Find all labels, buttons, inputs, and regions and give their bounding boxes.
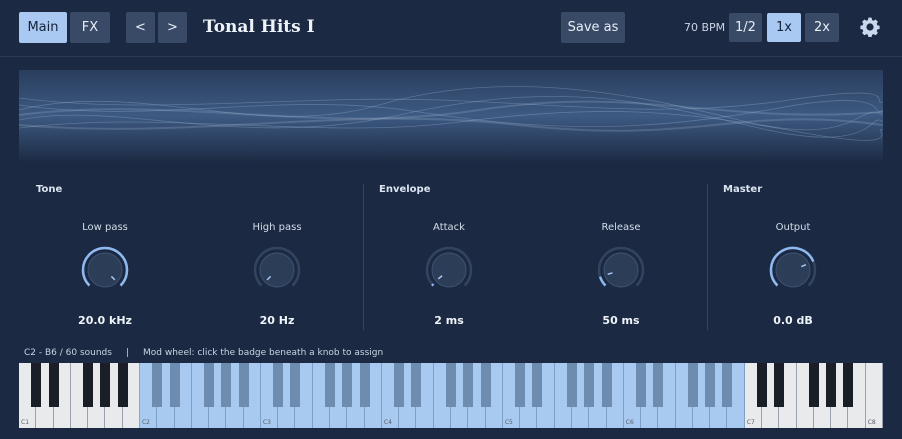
black-key[interactable] — [808, 363, 819, 407]
black-key[interactable] — [515, 363, 526, 407]
black-key[interactable] — [463, 363, 474, 407]
black-key[interactable] — [411, 363, 422, 407]
speed-half-button[interactable]: 1/2 — [729, 13, 762, 42]
output-value[interactable]: 0.0 dB — [733, 314, 853, 327]
black-key[interactable] — [204, 363, 215, 407]
octave-label: C6 — [625, 419, 634, 426]
waveform-display — [19, 70, 883, 162]
knob-body — [603, 252, 639, 288]
output-knob[interactable] — [768, 245, 818, 295]
prev-preset-button[interactable]: < — [126, 12, 155, 43]
black-key[interactable] — [687, 363, 698, 407]
high-pass-knob[interactable] — [252, 245, 302, 295]
black-key[interactable] — [221, 363, 232, 407]
black-key[interactable] — [653, 363, 664, 407]
white-key[interactable]: C8 — [865, 363, 883, 428]
black-key[interactable] — [325, 363, 336, 407]
release-value[interactable]: 50 ms — [561, 314, 681, 327]
status-bar: C2 - B6 / 60 sounds | Mod wheel: click the… — [24, 348, 383, 358]
attack-knob[interactable] — [424, 245, 474, 295]
high-pass-label: High pass — [252, 222, 302, 233]
knob-body — [775, 252, 811, 288]
black-key[interactable] — [601, 363, 612, 407]
black-key[interactable] — [169, 363, 180, 407]
next-preset-button[interactable]: > — [158, 12, 187, 43]
black-key[interactable] — [100, 363, 111, 407]
top-toolbar: Main FX < > Tonal Hits I Save as 70 BPM … — [0, 0, 902, 57]
knob-body — [431, 252, 467, 288]
black-key[interactable] — [394, 363, 405, 407]
octave-label: C2 — [141, 419, 150, 426]
knob-value-arc — [598, 276, 607, 287]
black-key[interactable] — [757, 363, 768, 407]
envelope-section-title: Envelope — [379, 184, 431, 195]
save-as-button[interactable]: Save as — [561, 12, 625, 43]
key-range-text: C2 - B6 / 60 sounds — [24, 348, 112, 358]
knob-value-arc — [431, 283, 435, 287]
speed-1x-button[interactable]: 1x — [767, 13, 801, 42]
black-key[interactable] — [532, 363, 543, 407]
octave-label: C7 — [746, 419, 755, 426]
black-key[interactable] — [152, 363, 163, 407]
high-pass-value[interactable]: 20 Hz — [217, 314, 337, 327]
black-key[interactable] — [273, 363, 284, 407]
attack-value[interactable]: 2 ms — [389, 314, 509, 327]
black-key[interactable] — [584, 363, 595, 407]
gear-icon[interactable] — [858, 15, 882, 39]
release-knob[interactable] — [596, 245, 646, 295]
octave-label: C8 — [867, 419, 876, 426]
black-key[interactable] — [480, 363, 491, 407]
black-key[interactable] — [117, 363, 128, 407]
low-pass-knob[interactable] — [80, 245, 130, 295]
fx-tab[interactable]: FX — [70, 12, 110, 43]
status-separator: | — [125, 348, 129, 358]
waveform-graphic — [19, 70, 883, 162]
black-key[interactable] — [843, 363, 854, 407]
speed-2x-button[interactable]: 2x — [805, 13, 839, 42]
piano-keyboard[interactable]: C1 C2 C3 C4 C5 C6 C7 C8 — [19, 363, 883, 428]
main-tab[interactable]: Main — [19, 12, 67, 43]
knob-body — [87, 252, 123, 288]
mod-wheel-hint: Mod wheel: click the badge beneath a kno… — [143, 348, 384, 358]
octave-label: C4 — [383, 419, 392, 426]
black-key[interactable] — [31, 363, 42, 407]
low-pass-value[interactable]: 20.0 kHz — [45, 314, 165, 327]
octave-label: C1 — [21, 419, 30, 426]
master-section-title: Master — [723, 184, 763, 195]
output-label: Output — [775, 222, 811, 233]
black-key[interactable] — [342, 363, 353, 407]
octave-label: C5 — [504, 419, 513, 426]
black-key[interactable] — [774, 363, 785, 407]
black-key[interactable] — [826, 363, 837, 407]
octave-label: C3 — [262, 419, 271, 426]
knob-body — [259, 252, 295, 288]
attack-label: Attack — [433, 222, 465, 233]
black-key[interactable] — [83, 363, 94, 407]
section-divider — [363, 184, 364, 330]
preset-name: Tonal Hits I — [203, 17, 315, 37]
black-key[interactable] — [48, 363, 59, 407]
black-key[interactable] — [705, 363, 716, 407]
tone-section-title: Tone — [36, 184, 63, 195]
black-key[interactable] — [290, 363, 301, 407]
low-pass-label: Low pass — [82, 222, 128, 233]
section-divider — [707, 184, 708, 330]
black-key[interactable] — [566, 363, 577, 407]
black-key[interactable] — [636, 363, 647, 407]
black-key[interactable] — [722, 363, 733, 407]
bpm-readout: 70 BPM — [684, 21, 726, 34]
black-key[interactable] — [445, 363, 456, 407]
release-label: Release — [601, 222, 641, 233]
black-key[interactable] — [359, 363, 370, 407]
black-key[interactable] — [238, 363, 249, 407]
